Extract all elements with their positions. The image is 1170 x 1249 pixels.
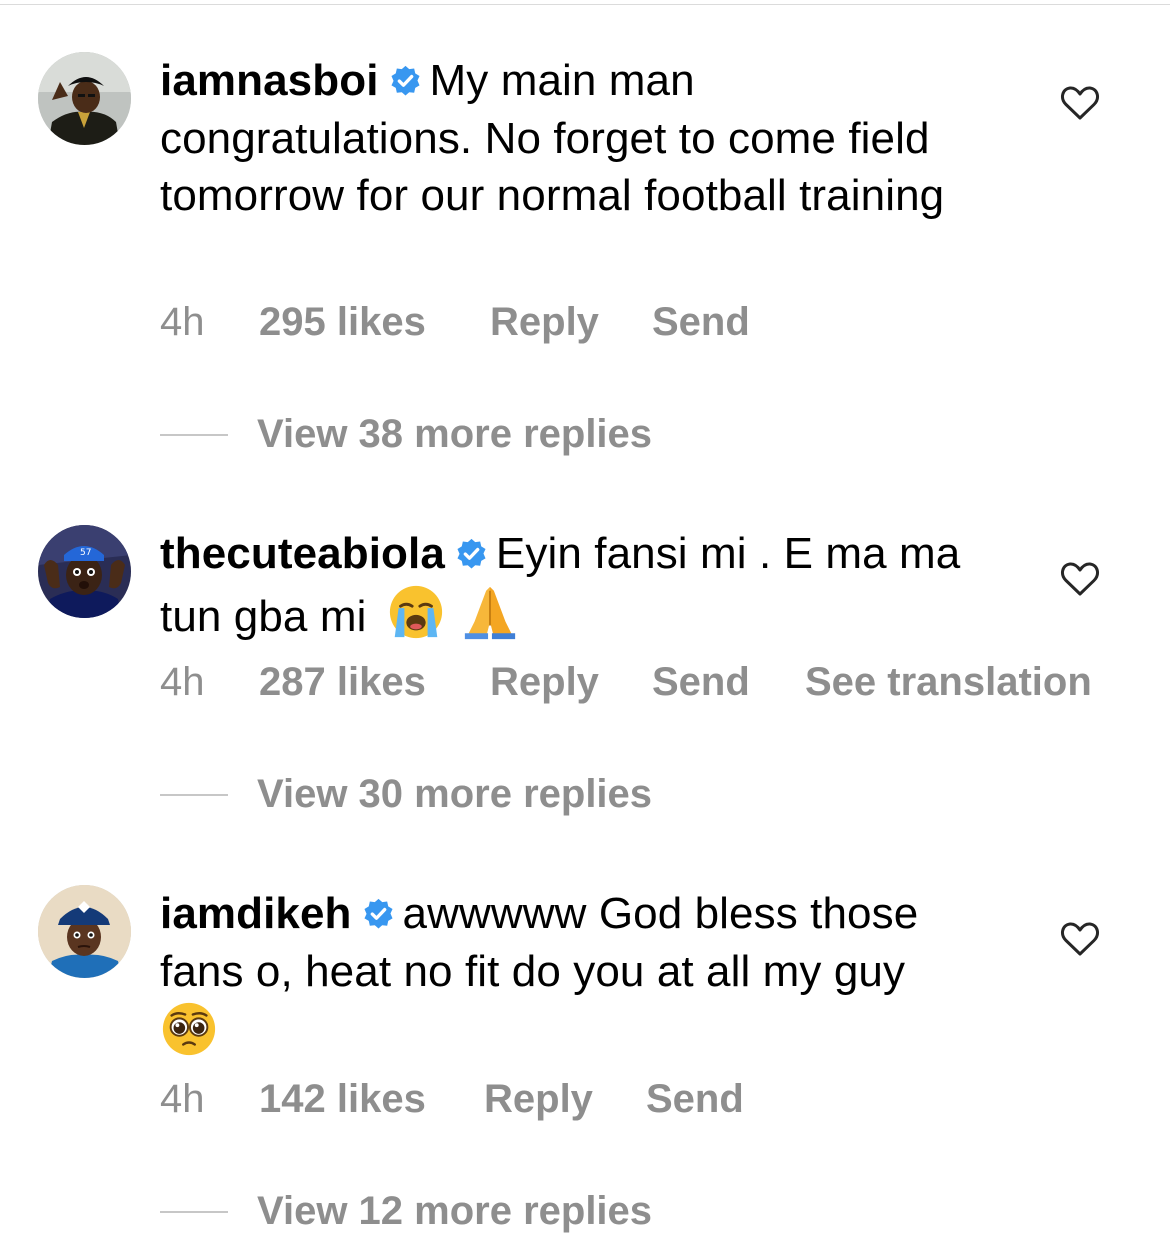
view-replies-label: View 30 more replies xyxy=(257,772,653,816)
heart-outline-icon[interactable] xyxy=(1060,85,1100,121)
reply-button[interactable]: Reply xyxy=(490,297,599,347)
verified-badge-icon xyxy=(364,898,393,929)
send-button[interactable]: Send xyxy=(652,657,750,707)
comment-text-block: thecuteabiola Eyin fansi mi . E ma ma tun… xyxy=(160,525,1000,645)
likes-count[interactable]: 287 likes xyxy=(259,657,426,707)
avatar-image xyxy=(38,52,131,145)
comment-text-block: iamdikeh awwwww God bless those fans o, h… xyxy=(160,885,1000,1063)
avatar[interactable] xyxy=(38,885,131,978)
folded-hands-emoji xyxy=(464,586,516,639)
heart-outline-icon[interactable] xyxy=(1060,561,1100,597)
verified-badge-icon xyxy=(457,538,486,569)
comment-text-block: iamnasboi My main man congratulations. No… xyxy=(160,52,1000,225)
avatar-image xyxy=(38,885,131,978)
send-button[interactable]: Send xyxy=(652,297,750,347)
timestamp: 4h xyxy=(160,660,205,704)
top-divider xyxy=(0,4,1170,5)
username-link[interactable]: thecuteabiola xyxy=(160,529,445,578)
timestamp: 4h xyxy=(160,1077,205,1121)
view-replies-label: View 38 more replies xyxy=(257,412,653,456)
avatar[interactable]: 57 xyxy=(38,525,131,618)
replies-divider-line xyxy=(160,434,228,436)
username-link[interactable]: iamnasboi xyxy=(160,56,379,105)
comment-body: thecuteabiola Eyin fansi mi . E ma ma tun… xyxy=(160,525,1000,645)
reply-button[interactable]: Reply xyxy=(484,1074,593,1124)
replies-divider-line xyxy=(160,794,228,796)
avatar[interactable] xyxy=(38,52,131,145)
heart-outline-icon[interactable] xyxy=(1060,921,1100,957)
replies-divider-line xyxy=(160,1211,228,1213)
verified-badge-icon xyxy=(390,65,420,96)
likes-count[interactable]: 142 likes xyxy=(259,1074,426,1124)
loudly-crying-face-emoji xyxy=(389,585,442,638)
avatar-image: 57 xyxy=(38,525,131,618)
username-link[interactable]: iamdikeh xyxy=(160,889,352,938)
view-replies-label: View 12 more replies xyxy=(257,1189,653,1233)
send-button[interactable]: Send xyxy=(646,1074,744,1124)
likes-count[interactable]: 295 likes xyxy=(259,297,426,347)
reply-button[interactable]: Reply xyxy=(490,657,599,707)
svg-text:57: 57 xyxy=(80,548,91,558)
pleading-face-emoji xyxy=(162,1002,216,1056)
timestamp: 4h xyxy=(160,300,205,344)
comment-body: iamnasboi My main man congratulations. No… xyxy=(160,52,1000,225)
comment-body: iamdikeh awwwww God bless those fans o, h… xyxy=(160,885,1000,1063)
see-translation-button[interactable]: See translation xyxy=(805,657,1092,707)
